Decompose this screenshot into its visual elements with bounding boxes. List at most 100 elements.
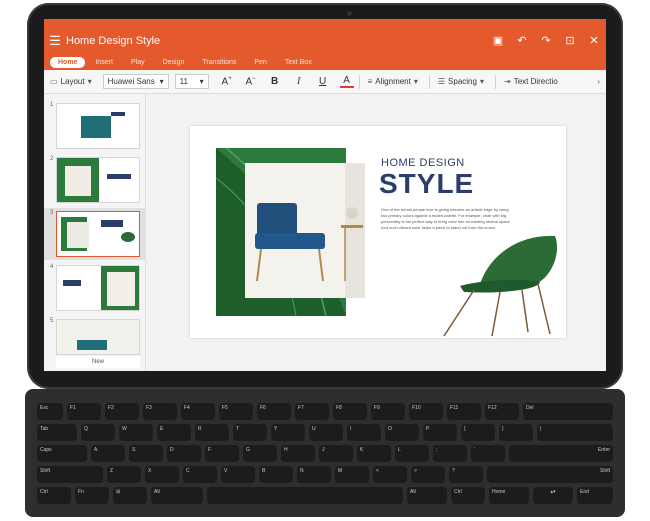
- key-x[interactable]: X: [145, 466, 179, 483]
- tab-home[interactable]: Home: [50, 56, 86, 68]
- thumbnail-row[interactable]: 2: [44, 154, 146, 206]
- key-del[interactable]: Del: [523, 403, 613, 420]
- key-f6[interactable]: F6: [257, 403, 291, 420]
- key-q[interactable]: Q: [81, 424, 115, 441]
- slide-thumbnail: [56, 319, 140, 355]
- underline-icon[interactable]: U: [311, 76, 335, 87]
- alignment-button[interactable]: ≡ Alignment ▾: [368, 77, 421, 86]
- key-enter[interactable]: Enter: [509, 445, 613, 462]
- font-size-select[interactable]: 11 ▾: [174, 74, 209, 89]
- key-f5[interactable]: F5: [219, 403, 253, 420]
- key-comma[interactable]: <: [373, 466, 407, 483]
- key-p[interactable]: P: [423, 424, 457, 441]
- key-v[interactable]: V: [221, 466, 255, 483]
- key-f7[interactable]: F7: [295, 403, 329, 420]
- key-caps[interactable]: Caps: [37, 445, 87, 462]
- thumbnail-row[interactable]: 3: [44, 208, 146, 260]
- key-f2[interactable]: F2: [105, 403, 139, 420]
- key-ctrl-left[interactable]: Ctrl: [37, 487, 71, 504]
- key-u[interactable]: U: [309, 424, 343, 441]
- key-f[interactable]: F: [205, 445, 239, 462]
- key-f11[interactable]: F11: [447, 403, 481, 420]
- new-slide-button[interactable]: New: [56, 356, 140, 368]
- save-icon[interactable]: ▣: [486, 34, 510, 47]
- key-c[interactable]: C: [183, 466, 217, 483]
- thumbnail-row[interactable]: 1: [44, 100, 146, 152]
- key-esc[interactable]: Esc: [37, 403, 63, 420]
- key-f8[interactable]: F8: [333, 403, 367, 420]
- key-f4[interactable]: F4: [181, 403, 215, 420]
- tab-text-box[interactable]: Text Box: [277, 57, 320, 68]
- key-home[interactable]: Home: [489, 487, 529, 504]
- key-j[interactable]: J: [319, 445, 353, 462]
- key-g[interactable]: G: [243, 445, 277, 462]
- key-arrow-up-down[interactable]: ▴▾: [533, 487, 573, 504]
- undo-icon[interactable]: ↶: [510, 34, 534, 47]
- key-ctrl-right[interactable]: Ctrl: [451, 487, 485, 504]
- key-r[interactable]: R: [195, 424, 229, 441]
- key-f1[interactable]: F1: [67, 403, 101, 420]
- close-icon[interactable]: ✕: [582, 34, 606, 47]
- key-shift-left[interactable]: Shift: [37, 466, 103, 483]
- spacing-button[interactable]: ☰ Spacing ▾: [438, 77, 487, 86]
- key-f9[interactable]: F9: [371, 403, 405, 420]
- key-b[interactable]: B: [259, 466, 293, 483]
- key-end[interactable]: End: [577, 487, 613, 504]
- font-family-select[interactable]: Huawei Sans ▾: [102, 74, 169, 89]
- tab-transitions[interactable]: Transitions: [194, 57, 244, 68]
- decrease-font-icon[interactable]: A−: [239, 76, 263, 87]
- key-f3[interactable]: F3: [143, 403, 177, 420]
- key-t[interactable]: T: [233, 424, 267, 441]
- key-alt-left[interactable]: Alt: [151, 487, 203, 504]
- thumbnail-number: 5: [50, 318, 54, 324]
- menu-icon[interactable]: ☰: [44, 33, 66, 49]
- key-slash[interactable]: ?: [449, 466, 483, 483]
- key-bracket-right[interactable]: }: [499, 424, 533, 441]
- alignment-icon: ≡: [367, 77, 373, 86]
- increase-font-icon[interactable]: A+: [215, 76, 239, 87]
- chevron-right-icon[interactable]: ›: [597, 77, 600, 86]
- key-y[interactable]: Y: [271, 424, 305, 441]
- key-e[interactable]: E: [157, 424, 191, 441]
- key-l[interactable]: L: [395, 445, 429, 462]
- key-quote[interactable]: ': [471, 445, 505, 462]
- key-d[interactable]: D: [167, 445, 201, 462]
- key-s[interactable]: S: [129, 445, 163, 462]
- key-o[interactable]: O: [385, 424, 419, 441]
- format-toolbar: ▭ Layout ▾ Huawei Sans ▾ 11 ▾ A+ A− B I …: [44, 70, 606, 94]
- font-color-icon[interactable]: A: [339, 75, 354, 88]
- tab-insert[interactable]: Insert: [87, 57, 121, 68]
- key-z[interactable]: Z: [107, 466, 141, 483]
- key-a[interactable]: A: [91, 445, 125, 462]
- present-icon[interactable]: ⊡: [558, 34, 582, 47]
- layout-button[interactable]: ▭ Layout ▾: [50, 77, 95, 86]
- tab-design[interactable]: Design: [155, 57, 193, 68]
- thumbnail-row[interactable]: 4: [44, 262, 146, 314]
- text-direction-button[interactable]: ⇥ Text Directio: [504, 77, 558, 86]
- redo-icon[interactable]: ↷: [534, 34, 558, 47]
- key-windows[interactable]: ⊞: [113, 487, 147, 504]
- key-backslash[interactable]: |: [537, 424, 613, 441]
- key-i[interactable]: I: [347, 424, 381, 441]
- key-shift-right[interactable]: Shift: [487, 466, 613, 483]
- key-period[interactable]: >: [411, 466, 445, 483]
- bold-icon[interactable]: B: [263, 76, 287, 87]
- key-bracket-left[interactable]: {: [461, 424, 495, 441]
- key-h[interactable]: H: [281, 445, 315, 462]
- key-fn[interactable]: Fn: [75, 487, 109, 504]
- tab-play[interactable]: Play: [123, 57, 153, 68]
- key-f10[interactable]: F10: [409, 403, 443, 420]
- key-tab[interactable]: Tab: [37, 424, 77, 441]
- slide-canvas[interactable]: HOME DESIGN STYLE One of the trends peop…: [190, 126, 566, 338]
- key-k[interactable]: K: [357, 445, 391, 462]
- key-alt-right[interactable]: Alt: [407, 487, 447, 504]
- key-semicolon[interactable]: ;: [433, 445, 467, 462]
- key-m[interactable]: M: [335, 466, 369, 483]
- key-n[interactable]: N: [297, 466, 331, 483]
- key-space[interactable]: [207, 487, 403, 504]
- key-w[interactable]: W: [119, 424, 153, 441]
- tab-pen[interactable]: Pen: [246, 57, 274, 68]
- italic-icon[interactable]: I: [287, 76, 311, 87]
- key-f12[interactable]: F12: [485, 403, 519, 420]
- interior-photo: [245, 163, 365, 298]
